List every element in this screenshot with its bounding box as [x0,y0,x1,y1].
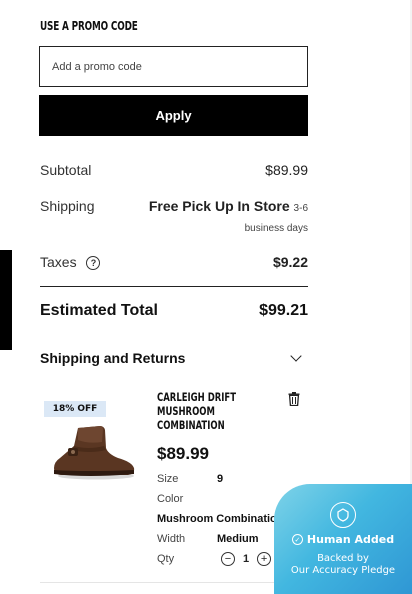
human-added-subtitle: Backed by Our Accuracy Pledge [274,553,412,577]
shipping-days-b: business days [244,223,308,234]
shipping-returns-toggle[interactable]: Shipping and Returns [40,350,308,366]
total-divider [40,286,308,287]
trash-icon[interactable] [288,392,300,406]
promo-code-input[interactable] [39,46,308,87]
human-added-card[interactable]: ✓ Human Added Backed by Our Accuracy Ple… [274,484,412,594]
quantity-stepper: − 1 + [221,552,272,566]
human-added-subtitle-line2: Our Accuracy Pledge [290,565,396,576]
promo-heading: USE A PROMO CODE [40,19,138,33]
help-icon[interactable]: ? [86,256,101,271]
minus-icon[interactable]: − [221,552,235,566]
product-name[interactable]: CARLEIGH DRIFT MUSHROOM COMBINATION [157,390,255,432]
color-label: Color [157,493,184,505]
color-value: Mushroom Combination [157,513,284,525]
estimated-total-row: Estimated Total $99.21 [40,302,308,320]
taxes-label-wrap: Taxes ? [40,254,101,271]
width-label: Width [157,533,186,545]
apply-button[interactable]: Apply [39,95,308,136]
side-tab[interactable] [0,250,12,350]
estimated-total-label: Estimated Total [40,302,158,319]
plus-icon[interactable]: + [257,552,272,566]
shipping-returns-label: Shipping and Returns [40,350,186,366]
human-added-title-row: ✓ Human Added [274,533,412,546]
estimated-total-value: $99.21 [259,302,308,319]
check-icon: ✓ [291,534,303,545]
subtotal-value: $89.99 [265,162,308,178]
shipping-label: Shipping [40,198,95,214]
size-value: 9 [217,473,224,485]
human-added-title: Human Added [306,533,395,546]
subtotal-label: Subtotal [40,162,92,178]
discount-badge: 18% OFF [44,401,106,417]
width-value: Medium [217,533,259,545]
shipping-row: Shipping Free Pick Up In Store 3-6 [40,198,308,214]
qty-label: Qty [157,553,175,565]
taxes-row: Taxes ? $9.22 [40,254,308,271]
shipping-value: Free Pick Up In Store 3-6 [149,198,308,214]
shipping-method: Free Pick Up In Store [148,198,290,214]
taxes-label: Taxes [40,254,77,270]
subtotal-row: Subtotal $89.99 [40,162,308,178]
human-added-subtitle-line1: Backed by [317,553,369,564]
product-price: $89.99 [157,444,209,463]
taxes-value: $9.22 [272,254,308,270]
size-label: Size [157,473,179,485]
chevron-down-icon [290,350,302,362]
quantity-value: 1 [243,553,250,565]
product-image[interactable] [48,422,138,482]
shipping-days-a: 3-6 [293,203,308,214]
shield-icon [330,502,356,528]
